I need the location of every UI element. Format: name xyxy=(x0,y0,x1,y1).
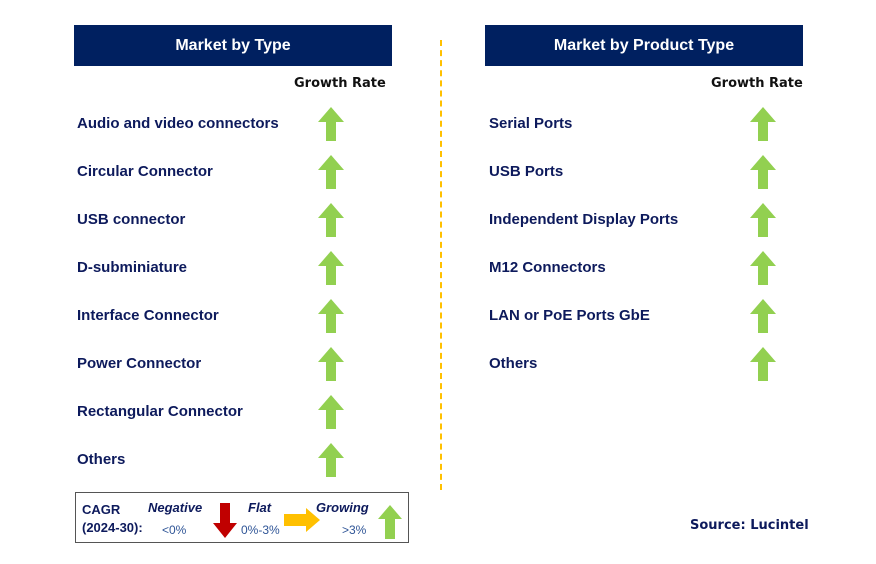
growth-up-arrow-icon xyxy=(750,203,776,237)
source-label: Source: Lucintel xyxy=(690,518,809,533)
growth-up-arrow-icon xyxy=(318,155,344,189)
growth-up-arrow-icon xyxy=(318,107,344,141)
right-arrow-icon xyxy=(284,508,320,532)
legend-growing-label: Growing xyxy=(316,500,369,515)
up-arrow-icon xyxy=(378,505,402,539)
growth-up-arrow-icon xyxy=(750,107,776,141)
item-label: Audio and video connectors xyxy=(77,115,279,132)
legend-flat-label: Flat xyxy=(248,500,272,515)
growth-up-arrow-icon xyxy=(318,443,344,477)
growth-up-arrow-icon xyxy=(750,251,776,285)
legend-cagr-label: CAGR xyxy=(82,502,121,517)
growth-up-arrow-icon xyxy=(750,347,776,381)
panel-divider xyxy=(440,40,442,490)
growth-up-arrow-icon xyxy=(318,203,344,237)
item-label: USB Ports xyxy=(489,163,564,180)
growth-up-arrow-icon xyxy=(318,299,344,333)
left-panel-header: Market by Type xyxy=(74,25,392,66)
item-label: LAN or PoE Ports GbE xyxy=(489,307,650,324)
growth-up-arrow-icon xyxy=(318,395,344,429)
item-label: USB connector xyxy=(77,211,186,228)
item-label: M12 Connectors xyxy=(489,259,606,276)
item-label: Others xyxy=(77,451,126,468)
down-arrow-icon xyxy=(213,503,237,538)
growth-up-arrow-icon xyxy=(318,347,344,381)
growth-up-arrow-icon xyxy=(750,299,776,333)
legend-negative-label: Negative xyxy=(148,500,203,515)
item-label: Others xyxy=(489,355,538,372)
item-label: D-subminiature xyxy=(77,259,188,276)
growth-up-arrow-icon xyxy=(750,155,776,189)
cagr-legend: CAGR (2024-30): Negative <0% Flat 0%-3% … xyxy=(75,492,409,543)
right-panel-header: Market by Product Type xyxy=(485,25,803,66)
legend-period-label: (2024-30): xyxy=(82,520,143,535)
item-label: Interface Connector xyxy=(77,307,219,324)
legend-negative-range: <0% xyxy=(162,523,187,537)
item-label: Circular Connector xyxy=(77,163,213,180)
item-label: Power Connector xyxy=(77,355,202,372)
legend-flat-range: 0%-3% xyxy=(241,523,280,537)
growth-up-arrow-icon xyxy=(318,251,344,285)
item-label: Independent Display Ports xyxy=(489,211,679,228)
item-label: Rectangular Connector xyxy=(77,403,243,420)
item-label: Serial Ports xyxy=(489,115,573,132)
legend-growing-range: >3% xyxy=(342,523,367,537)
right-growth-rate-label: Growth Rate xyxy=(711,76,803,91)
left-growth-rate-label: Growth Rate xyxy=(294,76,386,91)
